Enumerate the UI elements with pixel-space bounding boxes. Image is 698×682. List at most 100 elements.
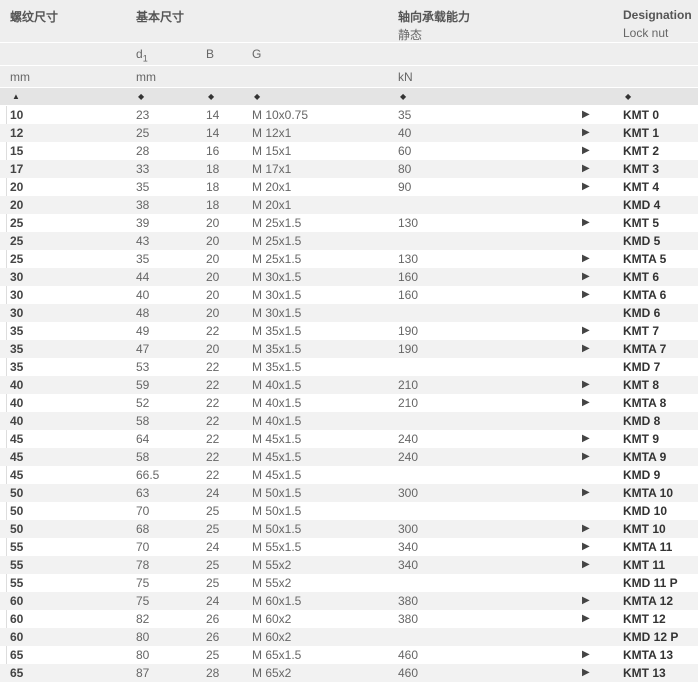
- designation-link[interactable]: KMT 6: [623, 270, 659, 284]
- cell-axial-load: 240: [398, 450, 419, 464]
- sort-asc-icon[interactable]: ▲: [12, 92, 20, 101]
- expand-arrow-icon[interactable]: ▶: [582, 289, 590, 300]
- designation-link[interactable]: KMTA 7: [623, 342, 666, 356]
- sort-icon[interactable]: ◆: [254, 92, 260, 101]
- expand-arrow-icon[interactable]: ▶: [582, 253, 590, 264]
- expand-arrow-icon[interactable]: ▶: [582, 433, 590, 444]
- designation-link[interactable]: KMT 3: [623, 162, 659, 176]
- designation-link[interactable]: KMTA 9: [623, 450, 666, 464]
- expand-arrow-icon[interactable]: ▶: [582, 559, 590, 570]
- designation-link[interactable]: KMT 10: [623, 522, 666, 536]
- expand-arrow-icon[interactable]: ▶: [582, 541, 590, 552]
- designation-link[interactable]: KMT 2: [623, 144, 659, 158]
- expand-arrow-icon[interactable]: ▶: [582, 217, 590, 228]
- designation-link[interactable]: KMTA 12: [623, 594, 673, 608]
- designation-link[interactable]: KMT 0: [623, 108, 659, 122]
- cell-thread-size: 30: [10, 306, 24, 320]
- expand-arrow-icon[interactable]: ▶: [582, 649, 590, 660]
- expand-arrow-icon[interactable]: ▶: [582, 109, 590, 120]
- cell-g: M 30x1.5: [252, 306, 302, 320]
- cell-b: 16: [206, 144, 220, 158]
- sort-icon[interactable]: ◆: [625, 92, 631, 101]
- designation-link[interactable]: KMTA 10: [623, 486, 673, 500]
- expand-arrow-icon[interactable]: ▶: [582, 325, 590, 336]
- designation-link[interactable]: KMT 5: [623, 216, 659, 230]
- designation-link[interactable]: KMT 4: [623, 180, 659, 194]
- designation-link[interactable]: KMTA 5: [623, 252, 666, 266]
- cell-axial-load: 190: [398, 342, 419, 356]
- cell-d1: 66.5: [136, 468, 160, 482]
- designation-link[interactable]: KMTA 8: [623, 396, 666, 410]
- col-header-lock-nut: Lock nut: [623, 26, 669, 40]
- expand-arrow-icon[interactable]: ▶: [582, 163, 590, 174]
- designation-link[interactable]: KMT 8: [623, 378, 659, 392]
- cell-thread-size: 35: [10, 360, 24, 374]
- expand-arrow-icon[interactable]: ▶: [582, 397, 590, 408]
- table-row: 50 63 24 M 50x1.5 300 ▶ KMTA 10: [0, 484, 698, 502]
- cell-b: 28: [206, 666, 220, 680]
- cell-d1: 38: [136, 198, 150, 212]
- cell-g: M 65x1.5: [252, 648, 302, 662]
- designation-link[interactable]: KMD 11 P: [623, 576, 678, 590]
- expand-arrow-icon[interactable]: ▶: [582, 145, 590, 156]
- cell-d1: 68: [136, 522, 150, 536]
- cell-g: M 50x1.5: [252, 504, 302, 518]
- designation-link[interactable]: KMT 1: [623, 126, 659, 140]
- cell-d1: 75: [136, 594, 150, 608]
- designation-link[interactable]: KMT 12: [623, 612, 666, 626]
- designation-link[interactable]: KMT 9: [623, 432, 659, 446]
- cell-d1: 80: [136, 630, 150, 644]
- col-header-axial-load-static: 静态: [398, 28, 423, 42]
- cell-b: 22: [206, 378, 220, 392]
- designation-link[interactable]: KMTA 13: [623, 648, 673, 662]
- cell-d1: 52: [136, 396, 150, 410]
- designation-link[interactable]: KMT 7: [623, 324, 659, 338]
- expand-arrow-icon[interactable]: ▶: [582, 667, 590, 678]
- table-row: 50 70 25 M 50x1.5 KMD 10: [0, 502, 698, 520]
- designation-link[interactable]: KMD 9: [623, 468, 660, 482]
- designation-link[interactable]: KMD 10: [623, 504, 667, 518]
- cell-axial-load: 130: [398, 216, 419, 230]
- expand-arrow-icon[interactable]: ▶: [582, 595, 590, 606]
- table-row: 35 49 22 M 35x1.5 190 ▶ KMT 7: [0, 322, 698, 340]
- designation-link[interactable]: KMD 6: [623, 306, 660, 320]
- table-row: 40 58 22 M 40x1.5 KMD 8: [0, 412, 698, 430]
- expand-arrow-icon[interactable]: ▶: [582, 343, 590, 354]
- cell-axial-load: 380: [398, 594, 419, 608]
- designation-link[interactable]: KMTA 11: [623, 540, 672, 554]
- designation-link[interactable]: KMD 12 P: [623, 630, 678, 644]
- table-row: 20 38 18 M 20x1 KMD 4: [0, 196, 698, 214]
- expand-arrow-icon[interactable]: ▶: [582, 271, 590, 282]
- cell-b: 20: [206, 288, 220, 302]
- header-divider: [0, 42, 698, 43]
- sort-icon[interactable]: ◆: [138, 92, 144, 101]
- expand-arrow-icon[interactable]: ▶: [582, 523, 590, 534]
- expand-arrow-icon[interactable]: ▶: [582, 127, 590, 138]
- cell-d1: 35: [136, 180, 150, 194]
- designation-link[interactable]: KMD 8: [623, 414, 660, 428]
- expand-arrow-icon[interactable]: ▶: [582, 451, 590, 462]
- table-row: 60 75 24 M 60x1.5 380 ▶ KMTA 12: [0, 592, 698, 610]
- cell-d1: 70: [136, 540, 150, 554]
- expand-arrow-icon[interactable]: ▶: [582, 181, 590, 192]
- d1-subscript: 1: [142, 53, 148, 64]
- designation-link[interactable]: KMD 7: [623, 360, 660, 374]
- designation-link[interactable]: KMTA 6: [623, 288, 666, 302]
- table-row: 50 68 25 M 50x1.5 300 ▶ KMT 10: [0, 520, 698, 538]
- sort-icon[interactable]: ◆: [208, 92, 214, 101]
- cell-g: M 25x1.5: [252, 234, 302, 248]
- table-row: 30 40 20 M 30x1.5 160 ▶ KMTA 6: [0, 286, 698, 304]
- cell-thread-size: 50: [10, 522, 24, 536]
- cell-thread-size: 55: [10, 558, 24, 572]
- cell-thread-size: 45: [10, 432, 24, 446]
- designation-link[interactable]: KMD 5: [623, 234, 660, 248]
- designation-link[interactable]: KMT 13: [623, 666, 666, 680]
- designation-link[interactable]: KMD 4: [623, 198, 660, 212]
- designation-link[interactable]: KMT 11: [623, 558, 665, 572]
- cell-g: M 25x1.5: [252, 216, 302, 230]
- expand-arrow-icon[interactable]: ▶: [582, 613, 590, 624]
- table-row: 25 35 20 M 25x1.5 130 ▶ KMTA 5: [0, 250, 698, 268]
- sort-icon[interactable]: ◆: [400, 92, 406, 101]
- expand-arrow-icon[interactable]: ▶: [582, 379, 590, 390]
- expand-arrow-icon[interactable]: ▶: [582, 487, 590, 498]
